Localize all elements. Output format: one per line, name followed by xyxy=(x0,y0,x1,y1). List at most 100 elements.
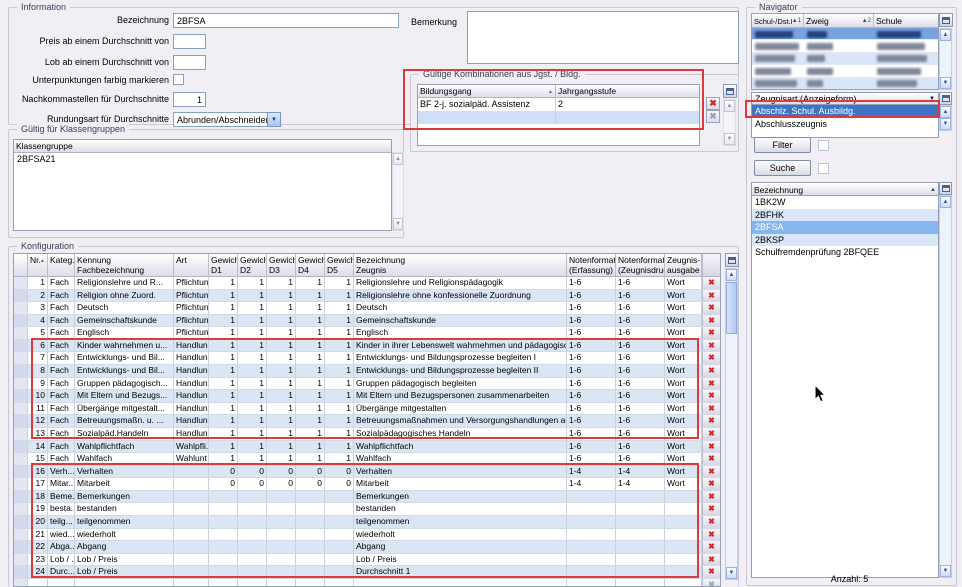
school-row[interactable] xyxy=(752,78,938,90)
delete-row-button[interactable]: ✖ xyxy=(702,378,720,390)
school-row[interactable] xyxy=(752,28,938,40)
suche-button[interactable]: Suche xyxy=(754,160,811,176)
table-row[interactable]: 3FachDeutschPflichtunt11111Deutsch1-61-6… xyxy=(14,302,720,315)
table-row[interactable]: 4FachGemeinschaftskundePflichtunt11111Ge… xyxy=(14,315,720,328)
delete-row-button[interactable]: ✖ xyxy=(702,302,720,314)
column-chooser-button[interactable] xyxy=(939,13,953,27)
bezeichnung-item[interactable]: 2BFSA xyxy=(752,221,938,234)
table-row[interactable]: 16Verh...Verhalten00000Verhalten1-41-4Wo… xyxy=(14,466,720,479)
scroll-up-button[interactable]: ▲ xyxy=(724,100,735,112)
table-row[interactable]: 1FachReligionslehre und R...Pflichtunt11… xyxy=(14,277,720,290)
delete-row-button[interactable]: ✖ xyxy=(702,491,720,503)
table-row[interactable]: 19besta...bestandenbestanden✖ xyxy=(14,503,720,516)
table-row[interactable]: 6FachKinder wahrnehmen u...Handlun...111… xyxy=(14,340,720,353)
delete-row-button[interactable]: ✖ xyxy=(702,503,720,515)
table-row[interactable]: 14FachWahlpflichtfachWahlpfli...11111Wah… xyxy=(14,441,720,454)
scrollbar[interactable]: ▲ ▼ xyxy=(939,28,952,90)
bezeichnung-item[interactable]: 2BFHK xyxy=(752,209,938,222)
filter-checkbox[interactable] xyxy=(818,140,829,151)
scrollbar[interactable]: ▲ ▼ xyxy=(939,195,952,578)
delete-row-button[interactable]: ✖ xyxy=(706,97,720,110)
zeugnisart-header[interactable]: Zeugnisart (Anzeigeform) ▼ xyxy=(751,92,939,105)
delete-row-button[interactable]: ✖ xyxy=(702,352,720,364)
table-row[interactable]: 2FachReligion ohne Zuord.Pflichtunt11111… xyxy=(14,290,720,303)
nachkommastellen-input[interactable]: 1 xyxy=(173,92,206,107)
table-row[interactable]: 18Beme...BemerkungenBemerkungen✖ xyxy=(14,491,720,504)
table-row[interactable]: 11FachÜbergänge mitgestalt...Handlun...1… xyxy=(14,403,720,416)
column-header[interactable] xyxy=(14,254,28,277)
bezeichnung-item[interactable]: Schulfremdenprüfung 2BFQEE xyxy=(752,246,938,259)
column-header-schulnr[interactable]: Schul-/Dst.Nr.▲1 xyxy=(752,14,804,28)
suche-checkbox[interactable] xyxy=(818,163,829,174)
delete-row-button[interactable]: ✖ xyxy=(702,441,720,453)
column-header-zweig[interactable]: Zweig▲2 xyxy=(804,14,874,28)
column-header[interactable]: GewichtD5 xyxy=(325,254,354,277)
scrollbar[interactable]: ▲ ▼ xyxy=(392,152,404,231)
zeugnisart-item[interactable]: Abschlz. Schul. Ausbildg. xyxy=(752,105,938,118)
column-header[interactable]: BezeichnungZeugnis xyxy=(354,254,567,277)
delete-row-button[interactable]: ✖ xyxy=(702,566,720,578)
scroll-down-button[interactable]: ▼ xyxy=(726,567,737,579)
delete-row-button[interactable]: ✖ xyxy=(702,277,720,289)
column-header[interactable]: GewichtD3 xyxy=(267,254,296,277)
delete-row-button[interactable]: ✖ xyxy=(702,327,720,339)
scroll-up-button[interactable]: ▲ xyxy=(726,269,737,281)
table-row[interactable]: 10FachMit Eltern und Bezugs...Handlun...… xyxy=(14,390,720,403)
table-row[interactable]: 7FachEntwicklungs- und Bil...Handlun...1… xyxy=(14,352,720,365)
delete-row-button[interactable]: ✖ xyxy=(702,365,720,377)
delete-row-button[interactable]: ✖ xyxy=(702,466,720,478)
school-row[interactable] xyxy=(752,65,938,77)
column-header-klassengruppe[interactable]: Klassengruppe xyxy=(14,140,391,153)
scroll-up-button[interactable]: ▲ xyxy=(940,106,951,118)
column-header[interactable]: Zeugnis-ausgabe xyxy=(665,254,702,277)
column-header[interactable]: Nr.▲ xyxy=(28,254,48,277)
delete-row-button[interactable]: ✖ xyxy=(702,428,720,440)
delete-row-button[interactable]: ✖ xyxy=(702,554,720,566)
table-row[interactable]: 12FachBetreuungsmaßn. u. ...Handlun...11… xyxy=(14,415,720,428)
zeugnisart-item[interactable]: Abschlusszeugnis xyxy=(752,118,938,131)
column-header-jahrgangsstufe[interactable]: Jahrgangsstufe xyxy=(556,85,699,98)
table-row[interactable]: 5FachEnglischPflichtunt11111Englisch1-61… xyxy=(14,327,720,340)
rundungsart-dropdown-button[interactable]: ▼ xyxy=(267,112,281,127)
column-chooser-button[interactable] xyxy=(939,92,952,105)
delete-row-button[interactable]: ✖ xyxy=(702,340,720,352)
table-row[interactable]: 8FachEntwicklungs- und Bil...Handlun...1… xyxy=(14,365,720,378)
column-chooser-button[interactable] xyxy=(723,84,737,98)
table-row[interactable]: 9FachGruppen pädagogisch...Handlun...111… xyxy=(14,378,720,391)
bezeichnung-item[interactable]: 2BKSP xyxy=(752,234,938,247)
bemerkung-textarea[interactable] xyxy=(467,11,739,64)
delete-row-button[interactable]: ✖ xyxy=(702,403,720,415)
table-row[interactable]: 21wied...wiederholtwiederholt✖ xyxy=(14,529,720,542)
preis-input[interactable] xyxy=(173,34,206,49)
table-row[interactable]: 13FachSozialpäd.HandelnHandlun...11111So… xyxy=(14,428,720,441)
scrollbar[interactable]: ▲ ▼ xyxy=(939,105,952,131)
table-row[interactable]: 20teilg...teilgenommenteilgenommen✖ xyxy=(14,516,720,529)
delete-row-button[interactable]: ✖ xyxy=(702,415,720,427)
table-row[interactable]: 23Lob / ...Lob / PreisLob / Preis✖ xyxy=(14,554,720,567)
school-row[interactable] xyxy=(752,40,938,52)
scroll-down-button[interactable]: ▼ xyxy=(393,218,403,230)
filter-button[interactable]: Filter xyxy=(754,137,811,153)
scroll-up-button[interactable]: ▲ xyxy=(940,29,951,41)
column-header[interactable]: Art xyxy=(174,254,209,277)
column-header[interactable]: Notenformat(Zeugnisdruck) xyxy=(616,254,665,277)
scroll-down-button[interactable]: ▼ xyxy=(724,133,735,145)
scrollbar[interactable]: ▲ ▼ xyxy=(725,268,738,580)
scroll-up-button[interactable]: ▲ xyxy=(940,196,951,208)
delete-row-button[interactable]: ✖ xyxy=(702,290,720,302)
delete-row-button[interactable]: ✖ xyxy=(702,478,720,490)
scrollbar-thumb[interactable] xyxy=(726,282,737,334)
table-row[interactable]: 17Mitar...Mitarbeit00000Mitarbeit1-41-4W… xyxy=(14,478,720,491)
unterpunktungen-checkbox[interactable] xyxy=(173,74,184,85)
column-header-bildungsgang[interactable]: Bildungsgang▲ xyxy=(418,85,556,98)
delete-row-button[interactable]: ✖ xyxy=(702,315,720,327)
column-header-schule[interactable]: Schule xyxy=(874,14,938,28)
column-header[interactable]: GewichtD4 xyxy=(296,254,325,277)
table-row[interactable]: 24Durc...Lob / PreisDurchschnitt 1✖ xyxy=(14,566,720,579)
lob-input[interactable] xyxy=(173,55,206,70)
bezeichnung-item[interactable]: 1BK2W xyxy=(752,196,938,209)
delete-row-button[interactable]: ✖ xyxy=(702,453,720,465)
column-header[interactable]: Notenformat(Erfassung) xyxy=(567,254,616,277)
column-chooser-button[interactable] xyxy=(725,253,739,267)
column-header[interactable]: GewichtD2 xyxy=(238,254,267,277)
